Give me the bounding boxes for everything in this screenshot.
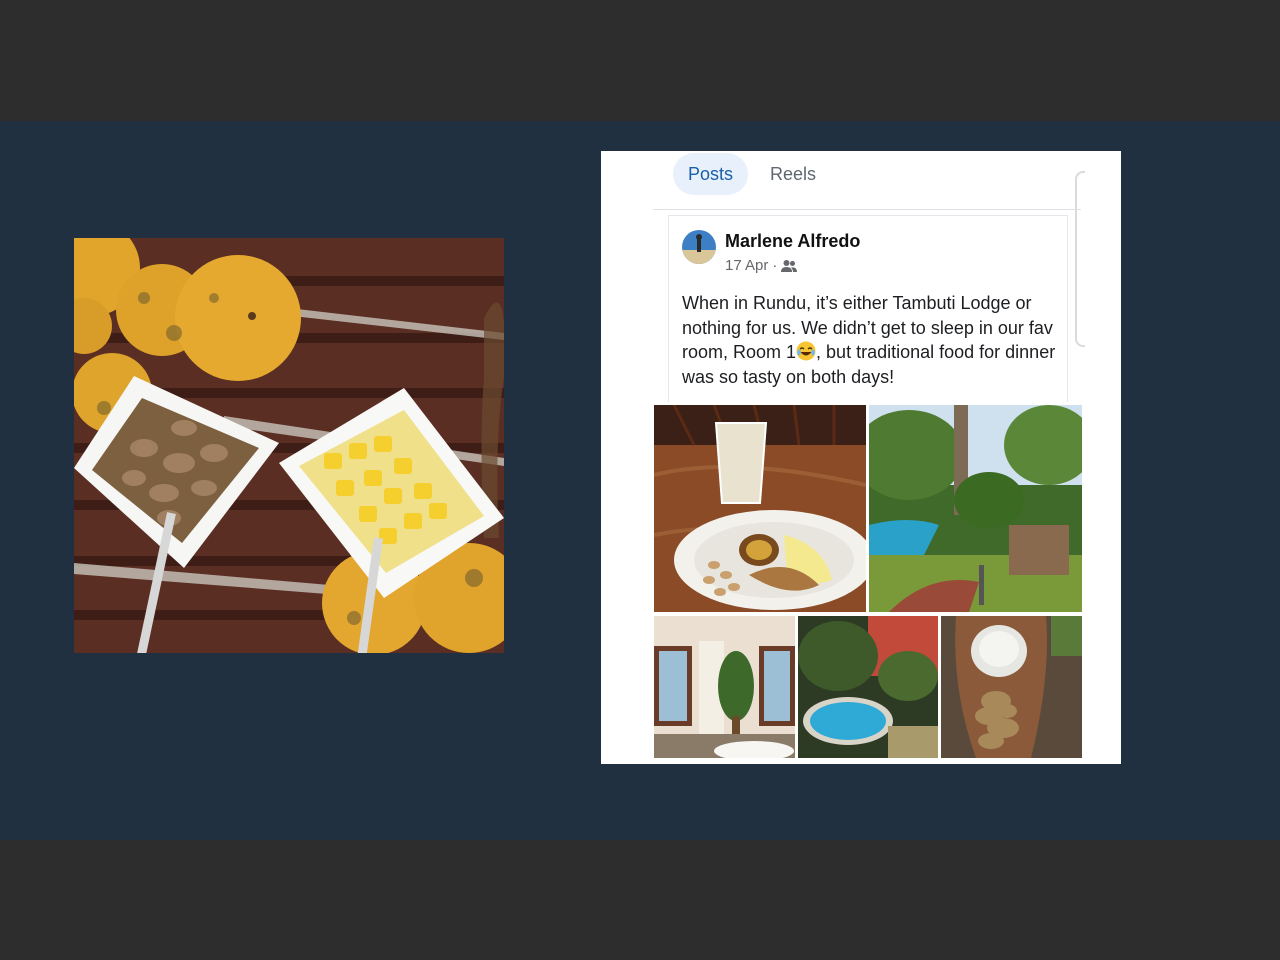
post-photo-night-pool[interactable] — [798, 616, 938, 758]
tab-posts[interactable]: Posts — [673, 153, 748, 195]
facebook-post-screenshot: Posts Reels Marlene Alfredo 17 Apr · Whe… — [601, 151, 1121, 764]
meta-separator: · — [772, 257, 778, 274]
tab-divider — [653, 209, 1081, 210]
food-photo — [74, 238, 504, 653]
laughing-tears-emoji — [796, 341, 816, 361]
scrollbar[interactable] — [1075, 171, 1085, 347]
top-letterbox — [0, 0, 1280, 121]
post-photo-garden-pool[interactable] — [869, 405, 1082, 612]
bottom-letterbox — [0, 840, 1280, 960]
avatar[interactable] — [682, 230, 716, 264]
friends-icon[interactable] — [781, 259, 798, 273]
post-photo-traditional-food[interactable] — [941, 616, 1082, 758]
tab-reels[interactable]: Reels — [759, 153, 827, 195]
post-date[interactable]: 17 Apr — [725, 257, 768, 274]
post-text: When in Rundu, it’s either Tambuti Lodge… — [682, 291, 1072, 389]
post-photo-room[interactable] — [654, 616, 795, 758]
post-author[interactable]: Marlene Alfredo — [725, 231, 860, 252]
post-meta: 17 Apr · — [725, 257, 798, 274]
post-photo-drink-and-meal[interactable] — [654, 405, 866, 612]
